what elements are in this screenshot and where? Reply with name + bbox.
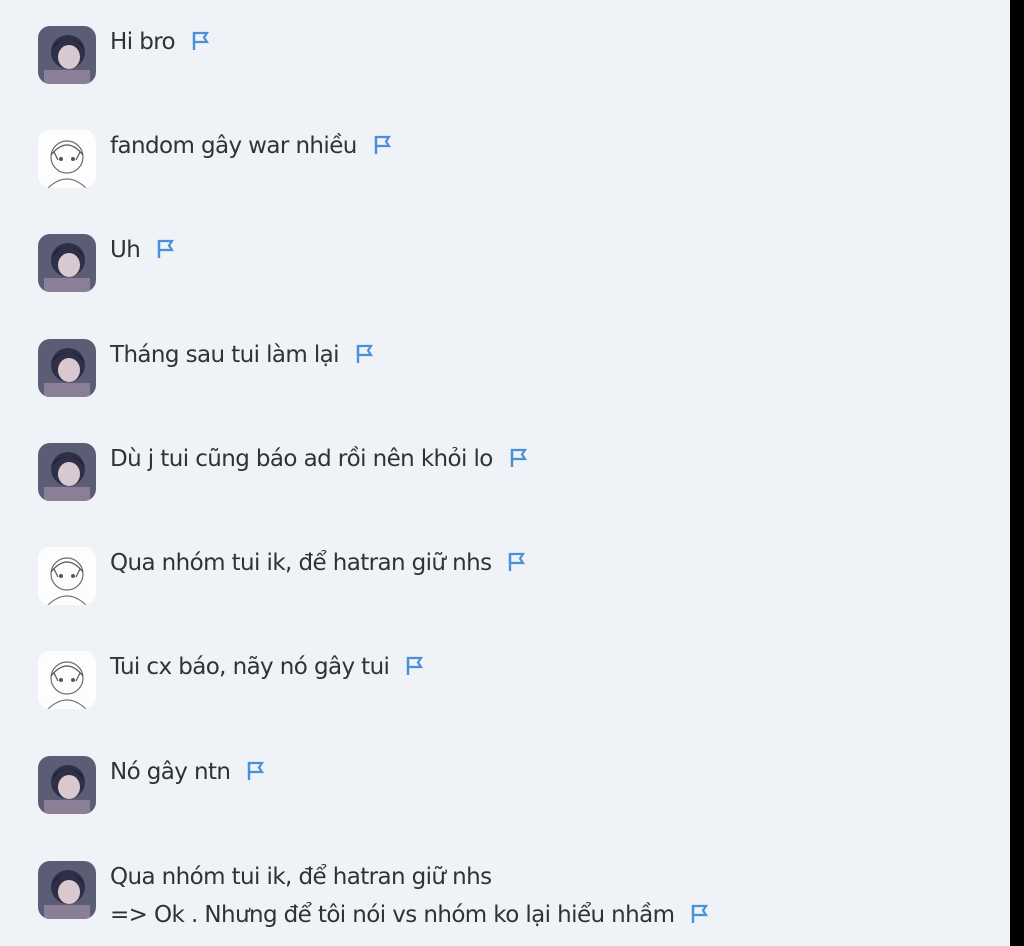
user-avatar-sketch[interactable] — [38, 547, 96, 605]
message-row: Uh — [38, 234, 1010, 292]
message-row: Nó gây ntn — [38, 756, 1010, 814]
message-line: Nó gây ntn — [110, 753, 266, 791]
message-row: Dù j tui cũng báo ad rồi nên khỏi lo — [38, 443, 1010, 501]
user-avatar-dark[interactable] — [38, 26, 96, 84]
flag-icon[interactable] — [244, 756, 266, 780]
user-avatar-sketch[interactable] — [38, 651, 96, 709]
message-line: Tui cx báo, nãy nó gây tui — [110, 648, 425, 686]
message-row: Qua nhóm tui ik, để hatran giữ nhs => Ok… — [38, 861, 1010, 934]
message-text: Uh — [110, 231, 176, 269]
message-line: fandom gây war nhiều — [110, 127, 393, 165]
message-line: => Ok . Nhưng để tôi nói vs nhóm ko lại … — [110, 896, 710, 934]
message-line: Uh — [110, 231, 176, 269]
message-text: Tháng sau tui làm lại — [110, 336, 375, 374]
message-line: Hi bro — [110, 23, 211, 61]
message-text: Qua nhóm tui ik, để hatran giữ nhs => Ok… — [110, 858, 710, 934]
flag-icon[interactable] — [371, 130, 393, 154]
message-line: Qua nhóm tui ik, để hatran giữ nhs — [110, 864, 492, 890]
flag-icon[interactable] — [403, 651, 425, 675]
message-row: Tui cx báo, nãy nó gây tui — [38, 651, 1010, 709]
flag-icon[interactable] — [353, 339, 375, 363]
message-row: Qua nhóm tui ik, để hatran giữ nhs — [38, 547, 1010, 605]
message-line: Tháng sau tui làm lại — [110, 336, 375, 374]
user-avatar-dark[interactable] — [38, 861, 96, 919]
message-text: Nó gây ntn — [110, 753, 266, 791]
message-row: fandom gây war nhiều — [38, 130, 1010, 188]
message-row: Hi bro — [38, 26, 1010, 84]
message-text: Dù j tui cũng báo ad rồi nên khỏi lo — [110, 440, 529, 478]
user-avatar-dark[interactable] — [38, 234, 96, 292]
user-avatar-dark[interactable] — [38, 443, 96, 501]
message-text: Hi bro — [110, 23, 211, 61]
message-text: Qua nhóm tui ik, để hatran giữ nhs — [110, 544, 527, 582]
flag-icon[interactable] — [505, 547, 527, 571]
flag-icon[interactable] — [189, 26, 211, 50]
flag-icon[interactable] — [507, 443, 529, 467]
user-avatar-dark[interactable] — [38, 339, 96, 397]
message-line: Dù j tui cũng báo ad rồi nên khỏi lo — [110, 440, 529, 478]
message-row: Tháng sau tui làm lại — [38, 339, 1010, 397]
chat-panel: Hi bro fandom gây war nhiều Uh Tháng sau… — [0, 0, 1010, 946]
user-avatar-dark[interactable] — [38, 756, 96, 814]
message-line: Qua nhóm tui ik, để hatran giữ nhs — [110, 544, 527, 582]
message-text: Tui cx báo, nãy nó gây tui — [110, 648, 425, 686]
flag-icon[interactable] — [154, 234, 176, 258]
user-avatar-sketch[interactable] — [38, 130, 96, 188]
message-text: fandom gây war nhiều — [110, 127, 393, 165]
flag-icon[interactable] — [688, 899, 710, 923]
